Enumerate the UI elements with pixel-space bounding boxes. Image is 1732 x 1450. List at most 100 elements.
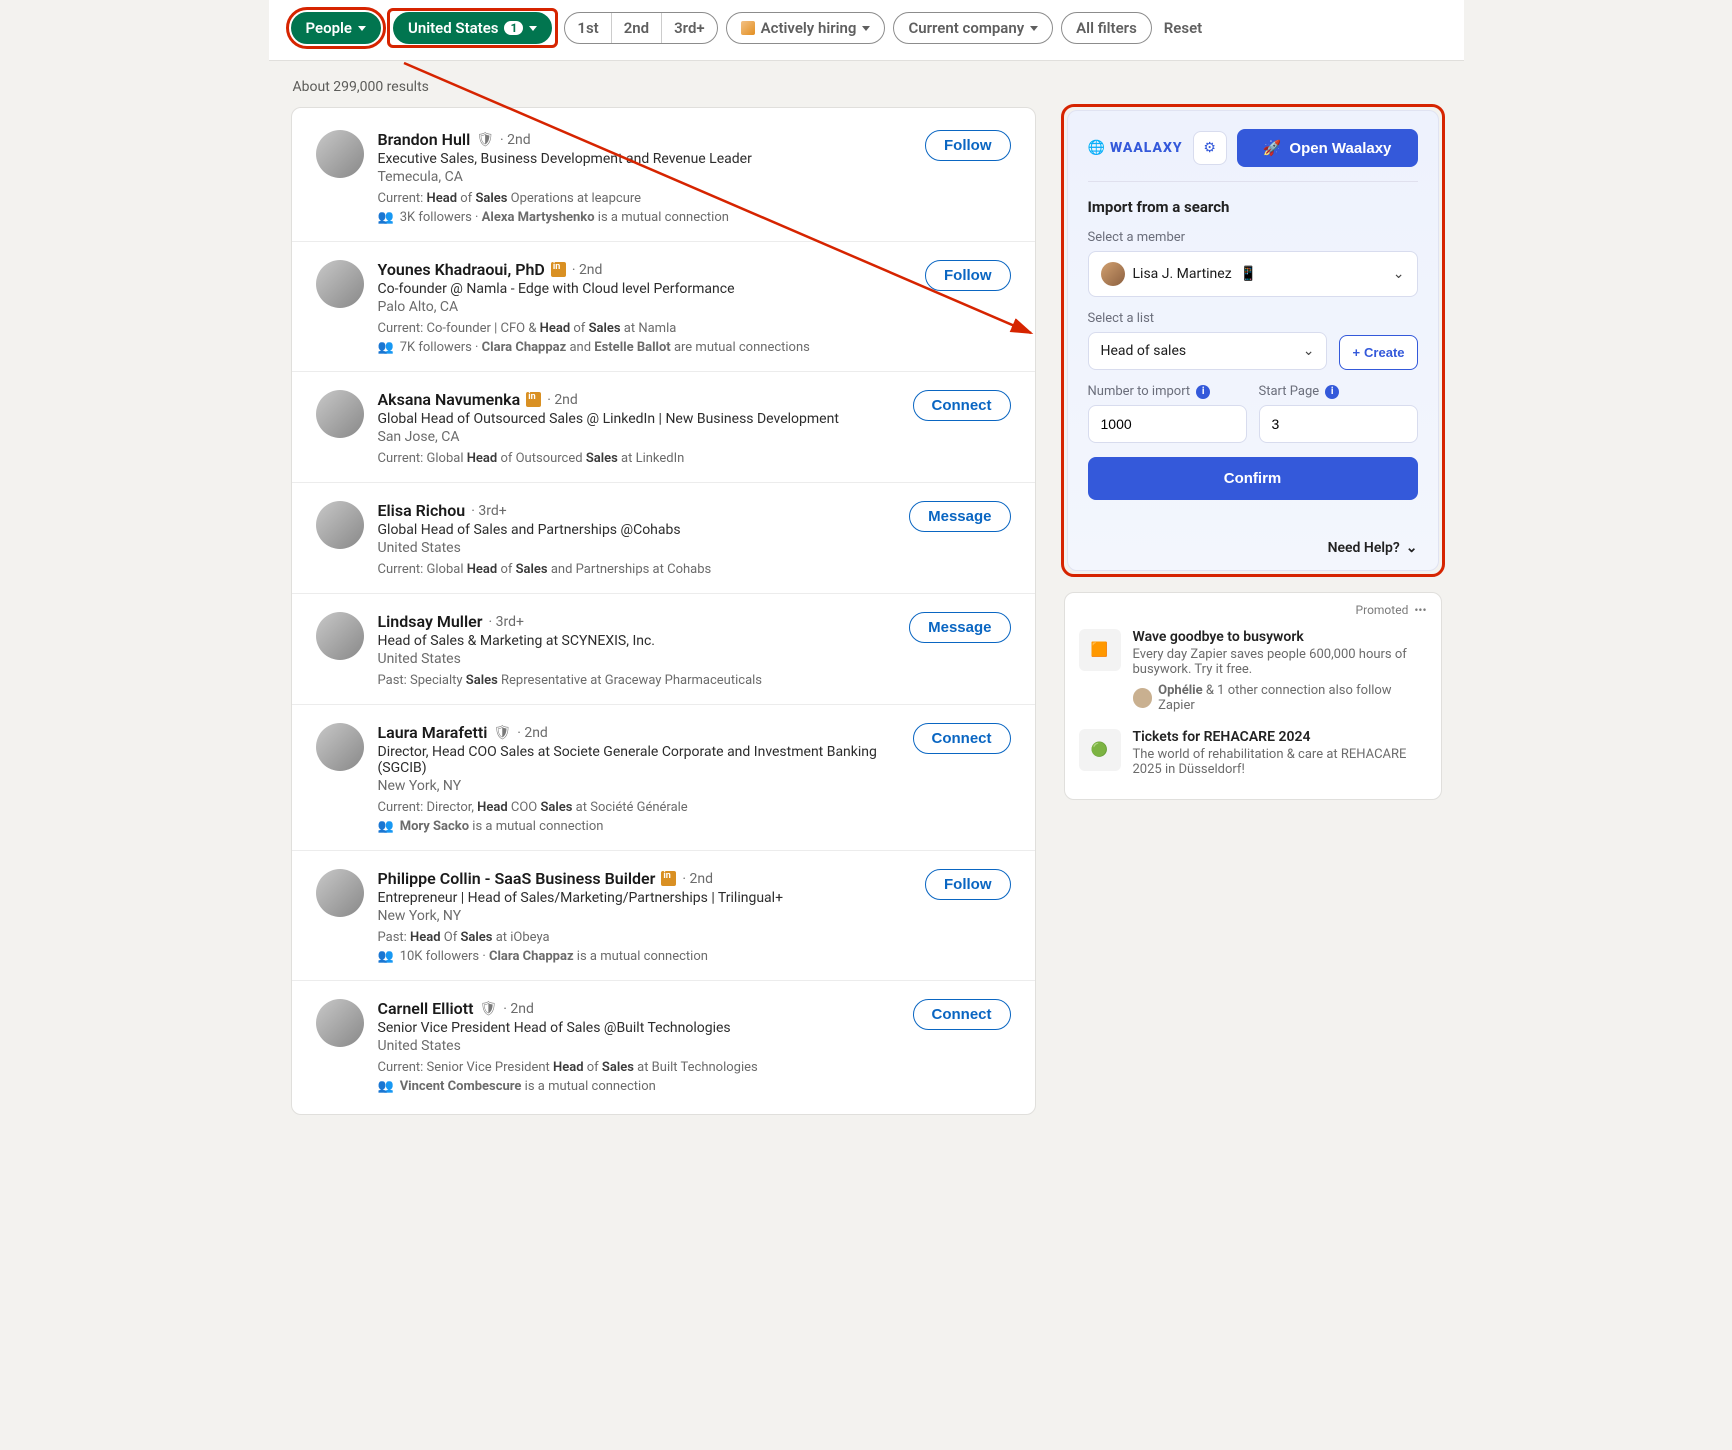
person-name[interactable]: Younes Khadraoui, PhD bbox=[378, 260, 545, 279]
hiring-icon bbox=[741, 21, 755, 35]
avatar bbox=[1133, 688, 1153, 708]
mutual-line: 👥Mory Sacko is a mutual connection bbox=[378, 819, 899, 834]
member-label: Select a member bbox=[1088, 230, 1418, 245]
person-name[interactable]: Aksana Navumenka bbox=[378, 390, 521, 409]
degree-label: · 3rd+ bbox=[488, 614, 523, 630]
waalaxy-brand-text: WAALAXY bbox=[1110, 140, 1183, 156]
avatar[interactable] bbox=[316, 612, 364, 660]
filter-company-label: Current company bbox=[908, 19, 1024, 37]
member-select[interactable]: Lisa J. Martinez 📱 ⌄ bbox=[1088, 251, 1418, 297]
location: Temecula, CA bbox=[378, 169, 912, 185]
location: United States bbox=[378, 1038, 899, 1054]
avatar[interactable] bbox=[316, 501, 364, 549]
avatar[interactable] bbox=[316, 999, 364, 1047]
verified-shield-icon: 🛡 bbox=[493, 725, 511, 741]
mutual-line: 👥10K followers · Clara Chappaz is a mutu… bbox=[378, 949, 912, 964]
avatar[interactable] bbox=[316, 869, 364, 917]
person-name[interactable]: Carnell Elliott bbox=[378, 999, 474, 1018]
location: Palo Alto, CA bbox=[378, 299, 912, 315]
promo-thumb: 🟧 bbox=[1079, 629, 1121, 671]
follow-button[interactable]: Follow bbox=[925, 130, 1011, 161]
filter-location-label: United States bbox=[408, 19, 498, 37]
avatar[interactable] bbox=[316, 723, 364, 771]
current-past-line: Current: Head of Sales Operations at lea… bbox=[378, 191, 912, 206]
headline: Executive Sales, Business Development an… bbox=[378, 151, 912, 167]
filter-people-label: People bbox=[306, 19, 353, 37]
connect-button[interactable]: Connect bbox=[913, 999, 1011, 1030]
current-past-line: Past: Specialty Sales Representative at … bbox=[378, 673, 896, 688]
connect-button[interactable]: Connect bbox=[913, 390, 1011, 421]
degree-label: · 2nd bbox=[547, 392, 578, 408]
start-page-input[interactable] bbox=[1259, 405, 1418, 443]
list-select[interactable]: Head of sales ⌄ bbox=[1088, 332, 1328, 370]
number-to-import-input[interactable] bbox=[1088, 405, 1247, 443]
person-name[interactable]: Elisa Richou bbox=[378, 501, 466, 520]
filter-3rd[interactable]: 3rd+ bbox=[662, 13, 717, 43]
filter-location[interactable]: United States 1 bbox=[393, 12, 552, 44]
headline: Global Head of Sales and Partnerships @C… bbox=[378, 522, 896, 538]
start-page-label: Start Page i bbox=[1259, 384, 1418, 399]
avatar[interactable] bbox=[316, 260, 364, 308]
avatar[interactable] bbox=[316, 130, 364, 178]
plus-icon: + bbox=[1352, 345, 1360, 360]
person-row: Philippe Collin - SaaS Business Builder … bbox=[292, 851, 1035, 981]
results-count: About 299,000 results bbox=[291, 61, 1442, 107]
promo-title: Tickets for REHACARE 2024 bbox=[1133, 729, 1427, 745]
location: United States bbox=[378, 540, 896, 556]
people-icon: 👥 bbox=[378, 819, 394, 834]
need-help-link[interactable]: Need Help? ⌄ bbox=[1088, 540, 1418, 556]
current-past-line: Past: Head Of Sales at iObeya bbox=[378, 930, 912, 945]
results-list: Brandon Hull 🛡 · 2nd Executive Sales, Bu… bbox=[291, 107, 1036, 1115]
people-icon: 👥 bbox=[378, 949, 394, 964]
person-name[interactable]: Lindsay Muller bbox=[378, 612, 483, 631]
chevron-down-icon: ⌄ bbox=[1303, 343, 1315, 359]
settings-button[interactable]: ⚙ bbox=[1193, 131, 1227, 165]
person-row: Younes Khadraoui, PhD · 2nd Co-founder @… bbox=[292, 242, 1035, 372]
avatar[interactable] bbox=[316, 390, 364, 438]
confirm-button[interactable]: Confirm bbox=[1088, 457, 1418, 500]
person-name[interactable]: Laura Marafetti bbox=[378, 723, 488, 742]
more-icon[interactable]: ••• bbox=[1414, 603, 1426, 617]
person-name[interactable]: Brandon Hull bbox=[378, 130, 471, 149]
number-label-text: Number to import bbox=[1088, 384, 1191, 399]
info-icon[interactable]: i bbox=[1325, 385, 1339, 399]
filter-actively-hiring[interactable]: Actively hiring bbox=[726, 12, 886, 44]
filter-1st[interactable]: 1st bbox=[565, 13, 611, 43]
chevron-down-icon bbox=[358, 26, 366, 31]
open-waalaxy-label: Open Waalaxy bbox=[1289, 140, 1391, 157]
degree-label: · 2nd bbox=[500, 132, 531, 148]
message-button[interactable]: Message bbox=[909, 612, 1010, 643]
follow-button[interactable]: Follow bbox=[925, 869, 1011, 900]
promoted-item[interactable]: 🟧 Wave goodbye to busywork Every day Zap… bbox=[1079, 621, 1427, 721]
linkedin-gold-icon bbox=[551, 262, 566, 277]
message-button[interactable]: Message bbox=[909, 501, 1010, 532]
gear-icon: ⚙ bbox=[1203, 140, 1216, 156]
promo-desc: The world of rehabilitation & care at RE… bbox=[1133, 747, 1427, 777]
promo-follow-line: Ophélie & 1 other connection also follow… bbox=[1133, 683, 1427, 713]
person-row: Aksana Navumenka · 2nd Global Head of Ou… bbox=[292, 372, 1035, 483]
open-waalaxy-button[interactable]: 🚀 Open Waalaxy bbox=[1237, 129, 1418, 167]
reset-button[interactable]: Reset bbox=[1164, 19, 1202, 37]
filter-all[interactable]: All filters bbox=[1061, 12, 1152, 44]
degree-label: · 2nd bbox=[517, 725, 548, 741]
avatar bbox=[1101, 262, 1125, 286]
mutual-line: 👥7K followers · Clara Chappaz and Estell… bbox=[378, 340, 912, 355]
filter-people[interactable]: People bbox=[291, 12, 382, 44]
waalaxy-panel: 🌐 WAALAXY ⚙ 🚀 Open Waalaxy Import bbox=[1067, 110, 1439, 571]
filter-2nd[interactable]: 2nd bbox=[612, 13, 662, 43]
chevron-down-icon bbox=[529, 26, 537, 31]
follow-button[interactable]: Follow bbox=[925, 260, 1011, 291]
connect-button[interactable]: Connect bbox=[913, 723, 1011, 754]
filter-current-company[interactable]: Current company bbox=[893, 12, 1053, 44]
person-row: Carnell Elliott 🛡 · 2nd Senior Vice Pres… bbox=[292, 981, 1035, 1110]
number-label: Number to import i bbox=[1088, 384, 1247, 399]
filter-hiring-label: Actively hiring bbox=[761, 19, 857, 37]
info-icon[interactable]: i bbox=[1196, 385, 1210, 399]
globe-icon: 🌐 bbox=[1088, 140, 1106, 156]
person-name[interactable]: Philippe Collin - SaaS Business Builder bbox=[378, 869, 656, 888]
headline: Entrepreneur | Head of Sales/Marketing/P… bbox=[378, 890, 912, 906]
people-icon: 👥 bbox=[378, 210, 394, 225]
promoted-item[interactable]: 🟢 Tickets for REHACARE 2024 The world of… bbox=[1079, 721, 1427, 785]
create-list-button[interactable]: + Create bbox=[1339, 335, 1417, 370]
filter-bar: People United States 1 1st 2nd 3rd+ Acti… bbox=[269, 0, 1464, 61]
